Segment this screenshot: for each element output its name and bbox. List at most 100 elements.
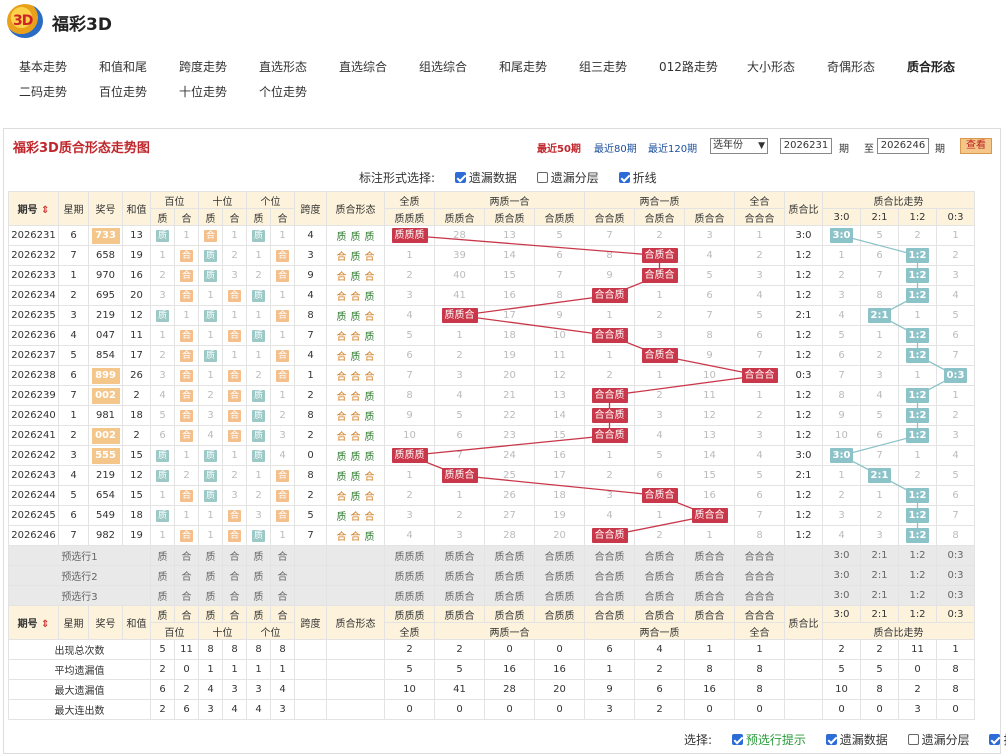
missing-value: 19 — [484, 345, 535, 366]
nav-item[interactable]: 大小形态 — [747, 58, 795, 75]
forecast-cell[interactable]: 质质合 — [434, 545, 485, 566]
forecast-cell[interactable]: 3:0 — [822, 545, 861, 566]
forecast-cell[interactable]: 合合合 — [734, 585, 785, 606]
forecast-cell[interactable]: 合合合 — [734, 565, 785, 586]
forecast-row[interactable]: 预选行1 质合质合质合质质质 质质合 质合质 合质质 合合质 合质合 质合合 合合合 3:0 2:1… — [8, 545, 975, 566]
nav-item[interactable]: 百位走势 — [99, 83, 147, 100]
forecast-cell[interactable]: 质 — [246, 585, 271, 606]
missing-value: 1 — [898, 365, 937, 386]
forecast-cell[interactable]: 质质合 — [434, 565, 485, 586]
forecast-cell[interactable]: 质合质 — [484, 565, 535, 586]
nav-item[interactable]: 直选形态 — [259, 58, 307, 75]
year-select[interactable]: 选年份 ▼ — [710, 138, 768, 154]
forecast-cell[interactable]: 合 — [222, 545, 247, 566]
forecast-cell[interactable]: 合 — [222, 585, 247, 606]
checkbox-polyline-2[interactable] — [989, 734, 1001, 745]
forecast-cell[interactable]: 质 — [198, 545, 223, 566]
forecast-cell[interactable]: 合 — [174, 565, 199, 586]
nav-item[interactable]: 组选综合 — [419, 58, 467, 75]
forecast-cell[interactable]: 合 — [270, 545, 295, 566]
forecast-cell[interactable]: 2:1 — [860, 585, 899, 606]
range-120[interactable]: 最近120期 — [648, 140, 697, 155]
forecast-cell[interactable]: 合 — [270, 565, 295, 586]
forecast-cell[interactable]: 合质质 — [534, 565, 585, 586]
forecast-cell[interactable]: 1:2 — [898, 585, 937, 606]
forecast-cell[interactable]: 质 — [246, 545, 271, 566]
view-button[interactable]: 查看 — [960, 138, 992, 154]
forecast-cell[interactable]: 合质合 — [634, 585, 685, 606]
forecast-cell[interactable]: 3:0 — [822, 565, 861, 586]
forecast-cell[interactable]: 1:2 — [898, 565, 937, 586]
stats-empty — [326, 699, 385, 720]
checkbox-missing-layer[interactable] — [536, 172, 548, 183]
forecast-cell[interactable]: 合合质 — [584, 585, 635, 606]
hit-form: 合合质 — [584, 405, 635, 426]
checkbox-missing-data-2[interactable] — [825, 734, 837, 745]
nav-item[interactable]: 奇偶形态 — [827, 58, 875, 75]
forecast-cell[interactable]: 合质质 — [534, 545, 585, 566]
forecast-cell[interactable]: 质质质 — [384, 585, 435, 606]
nav-item[interactable]: 跨度走势 — [179, 58, 227, 75]
forecast-cell[interactable]: 质质合 — [434, 585, 485, 606]
forecast-cell[interactable]: 合合质 — [584, 545, 635, 566]
to-input[interactable]: 2026246 — [877, 138, 929, 154]
forecast-cell[interactable]: 1:2 — [898, 545, 937, 566]
nav-item[interactable]: 012路走势 — [659, 58, 718, 75]
from-input[interactable]: 2026231 — [780, 138, 832, 154]
forecast-cell[interactable]: 合 — [270, 585, 295, 606]
nav-item[interactable]: 十位走势 — [179, 83, 227, 100]
forecast-row[interactable]: 预选行3 质合质合质合质质质 质质合 质合质 合质质 合合质 合质合 质合合 合合合 3:0 2:1… — [8, 585, 975, 606]
checkbox-missing-data[interactable] — [454, 172, 466, 183]
forecast-cell[interactable]: 质合合 — [684, 545, 735, 566]
nav-item[interactable]: 组三走势 — [579, 58, 627, 75]
zh-badge: 质 — [246, 425, 271, 446]
nav-item[interactable]: 二码走势 — [19, 83, 67, 100]
forecast-cell[interactable]: 质合质 — [484, 585, 535, 606]
forecast-cell[interactable]: 质合质 — [484, 545, 535, 566]
forecast-cell[interactable]: 质质质 — [384, 565, 435, 586]
forecast-cell[interactable]: 质 — [150, 585, 175, 606]
forecast-cell[interactable]: 质 — [198, 565, 223, 586]
forecast-cell[interactable]: 质 — [246, 565, 271, 586]
forecast-cell[interactable]: 合 — [222, 565, 247, 586]
checkbox-missing-layer-2[interactable] — [907, 734, 919, 745]
nav-item[interactable]: 质合形态 — [907, 58, 955, 75]
nav-item[interactable]: 基本走势 — [19, 58, 67, 75]
missing-value: 7 — [860, 445, 899, 466]
forecast-cell[interactable]: 质合合 — [684, 585, 735, 606]
forecast-cell[interactable]: 2:1 — [860, 565, 899, 586]
forecast-cell[interactable]: 合合合 — [734, 545, 785, 566]
nav-item[interactable]: 直选综合 — [339, 58, 387, 75]
range-80[interactable]: 最近80期 — [594, 140, 637, 155]
forecast-cell[interactable]: 合 — [174, 545, 199, 566]
nav-item[interactable]: 个位走势 — [259, 83, 307, 100]
col-form: 质质合 — [434, 605, 485, 623]
forecast-cell[interactable]: 质质质 — [384, 545, 435, 566]
forecast-cell[interactable]: 合合质 — [584, 565, 635, 586]
forecast-cell[interactable]: 合质合 — [634, 545, 685, 566]
forecast-cell[interactable]: 合质质 — [534, 585, 585, 606]
forecast-cell[interactable]: 2:1 — [860, 545, 899, 566]
forecast-cell[interactable]: 合质合 — [634, 565, 685, 586]
sort-qihao[interactable]: 期号 ⇕ — [8, 605, 59, 640]
missing-value: 6 — [150, 425, 175, 446]
missing-value: 3 — [270, 425, 295, 446]
forecast-cell[interactable]: 0:3 — [936, 585, 975, 606]
forecast-cell[interactable]: 0:3 — [936, 545, 975, 566]
nav-item[interactable]: 和尾走势 — [499, 58, 547, 75]
nav-item[interactable]: 和值和尾 — [99, 58, 147, 75]
forecast-cell[interactable]: 3:0 — [822, 585, 861, 606]
forecast-cell[interactable]: 合 — [174, 585, 199, 606]
forecast-cell[interactable]: 质 — [198, 585, 223, 606]
forecast-cell[interactable]: 0:3 — [936, 565, 975, 586]
forecast-cell[interactable]: 质 — [150, 565, 175, 586]
checkbox-forecast-hint[interactable] — [731, 734, 743, 745]
forecast-cell[interactable]: 质合合 — [684, 565, 735, 586]
checkbox-polyline[interactable] — [618, 172, 630, 183]
range-50[interactable]: 最近50期 — [537, 140, 581, 155]
forecast-cell[interactable]: 质 — [150, 545, 175, 566]
forecast-row[interactable]: 预选行2 质合质合质合质质质 质质合 质合质 合质质 合合质 合质合 质合合 合合合 3:0 2:1… — [8, 565, 975, 586]
missing-value: 6 — [860, 245, 899, 266]
missing-value: 8 — [734, 525, 785, 546]
sort-qihao[interactable]: 期号 ⇕ — [8, 191, 59, 226]
